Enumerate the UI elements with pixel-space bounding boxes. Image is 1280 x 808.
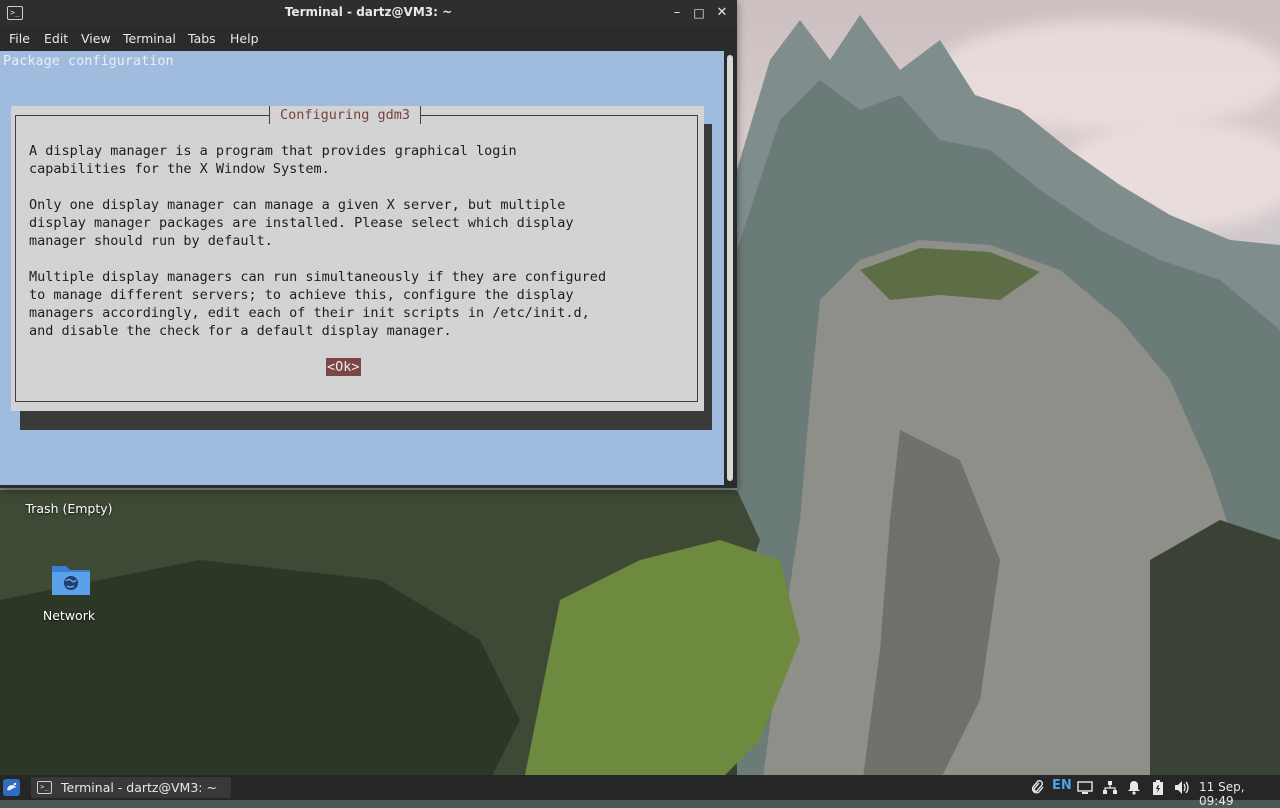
dialog-line: A display manager is a program that prov…	[29, 143, 517, 159]
clock[interactable]: 11 Sep, 09:49	[1199, 780, 1280, 808]
volume-icon[interactable]	[1173, 779, 1191, 796]
network-icon[interactable]	[1102, 779, 1118, 796]
taskbar: >_ Terminal - dartz@VM3: ~ EN 11 Sep, 09…	[0, 775, 1280, 808]
battery-icon[interactable]	[1152, 779, 1164, 796]
dialog-line: to manage different servers; to achieve …	[29, 287, 574, 303]
keyboard-layout-indicator[interactable]: EN	[1052, 778, 1072, 795]
whisker-menu-button[interactable]	[3, 779, 20, 796]
paperclip-icon[interactable]	[1030, 779, 1044, 796]
ok-button[interactable]: <Ok>	[326, 358, 361, 376]
taskbar-terminal-label: Terminal - dartz@VM3: ~	[61, 780, 217, 795]
terminal-app-icon: >_	[37, 781, 52, 794]
dialog-line: manager should run by default.	[29, 233, 273, 249]
terminal-scrollbar[interactable]	[724, 51, 737, 485]
menu-terminal[interactable]: Terminal	[123, 31, 176, 46]
desktop-icon-trash[interactable]: Trash (Empty)	[20, 501, 118, 516]
menu-help[interactable]: Help	[230, 31, 259, 46]
taskbar-terminal-button[interactable]: >_ Terminal - dartz@VM3: ~	[31, 777, 231, 798]
desktop-icon-network[interactable]: Network	[20, 608, 118, 623]
menubar: File Edit View Terminal Tabs Help	[0, 26, 737, 51]
scrollbar-thumb[interactable]	[727, 55, 733, 481]
menu-file[interactable]: File	[9, 31, 30, 46]
terminal-window[interactable]: >_ Terminal - dartz@VM3: ~ – □ ✕ File Ed…	[0, 0, 737, 488]
menu-edit[interactable]: Edit	[44, 31, 68, 46]
minimize-button[interactable]: –	[668, 4, 686, 22]
dialog-line: and disable the check for a default disp…	[29, 323, 452, 339]
dialog-title: Configuring gdm3	[269, 106, 422, 124]
dialog-line: Only one display manager can manage a gi…	[29, 197, 566, 213]
maximize-button[interactable]: □	[690, 4, 708, 22]
network-folder-icon[interactable]	[50, 561, 92, 597]
start-menu-icon	[7, 782, 17, 791]
dialog-line: capabilities for the X Window System.	[29, 161, 330, 177]
dialog-line: Multiple display managers can run simult…	[29, 269, 607, 285]
menu-view[interactable]: View	[81, 31, 111, 46]
close-button[interactable]: ✕	[713, 4, 731, 22]
dialog-line: display manager packages are installed. …	[29, 215, 574, 231]
window-titlebar[interactable]: >_ Terminal - dartz@VM3: ~ – □ ✕	[0, 0, 737, 26]
menu-tabs[interactable]: Tabs	[188, 31, 216, 46]
window-title: Terminal - dartz@VM3: ~	[284, 5, 453, 19]
package-configuration-header: Package configuration	[3, 53, 174, 69]
display-icon[interactable]	[1077, 779, 1093, 796]
notification-bell-icon[interactable]	[1127, 779, 1141, 796]
dialog-line: managers accordingly, edit each of their…	[29, 305, 590, 321]
